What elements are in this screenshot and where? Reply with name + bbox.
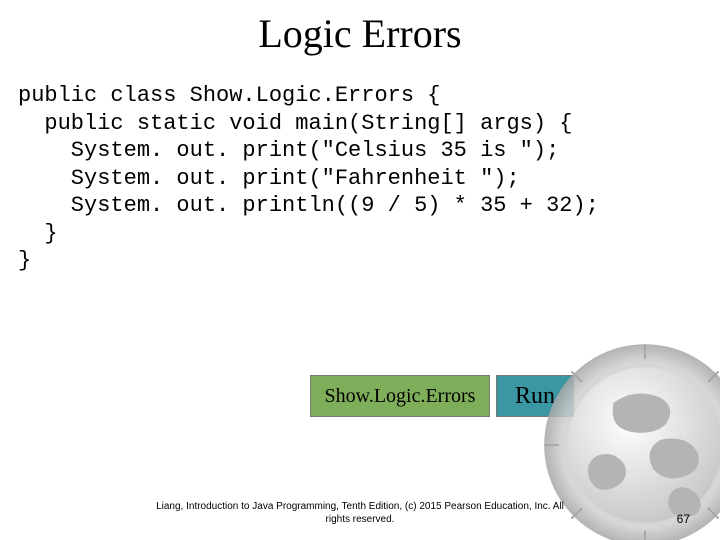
- page-number: 67: [677, 512, 690, 526]
- action-button-row: Show.Logic.Errors Run: [310, 375, 574, 417]
- show-logic-errors-button[interactable]: Show.Logic.Errors: [310, 375, 490, 417]
- code-block: public class Show.Logic.Errors { public …: [0, 57, 720, 275]
- slide-title: Logic Errors: [0, 0, 720, 57]
- footer-line-1: Liang, Introduction to Java Programming,…: [156, 501, 564, 512]
- footer-line-2: rights reserved.: [326, 514, 395, 525]
- copyright-footer: Liang, Introduction to Java Programming,…: [0, 501, 720, 526]
- file-button-label: Show.Logic.Errors: [325, 385, 476, 408]
- slide: Logic Errors public class Show.Logic.Err…: [0, 0, 720, 540]
